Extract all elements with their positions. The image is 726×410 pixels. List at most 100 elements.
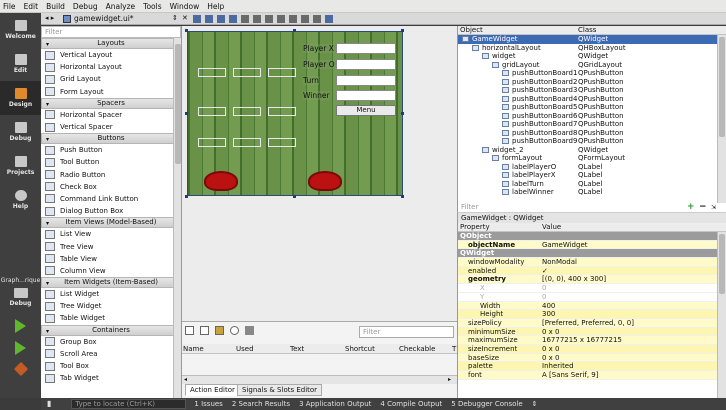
object-tree-row[interactable]: widget QWidget (458, 52, 726, 61)
property-row[interactable]: font A [Sans Serif, 9] (458, 371, 726, 380)
menu-tools[interactable]: Tools (143, 2, 161, 11)
col-property[interactable]: Property (460, 223, 490, 231)
board-button-3[interactable] (268, 68, 296, 77)
menu-analyze[interactable]: Analyze (106, 2, 136, 11)
property-value[interactable]: 0 (542, 284, 546, 293)
board-button-9[interactable] (268, 138, 296, 147)
property-group-header[interactable]: QObject (458, 232, 726, 241)
menu-build[interactable]: Build (46, 2, 65, 11)
property-value[interactable]: [(0, 0), 400 x 300] (542, 275, 606, 284)
property-value[interactable]: 0 x 0 (542, 345, 560, 354)
col-shortcut[interactable]: Shortcut (345, 344, 375, 354)
debug-run-button[interactable] (0, 337, 41, 359)
object-tree-row[interactable]: labelPlayerO QLabel (458, 163, 726, 172)
nav-arrows-icon[interactable]: ◂ ▸ (45, 14, 54, 22)
col-tooltip[interactable]: T (452, 344, 456, 354)
close-file-icon[interactable]: ✕ (182, 14, 188, 22)
selection-handle[interactable] (401, 195, 404, 198)
property-row[interactable]: X0 (458, 284, 726, 293)
category-header-button[interactable]: ▾ Buttons (41, 133, 181, 145)
property-value[interactable]: [Preferred, Preferred, 0, 0] (542, 319, 634, 328)
output-issues[interactable]: 1 Issues (194, 398, 222, 410)
property-group-header[interactable]: QWidget (458, 249, 726, 259)
property-row[interactable]: Height 300 (458, 310, 726, 319)
remove-property-icon[interactable]: − (699, 203, 707, 212)
property-value[interactable]: 0 x 0 (542, 354, 560, 363)
layout-grid-icon[interactable] (301, 15, 309, 23)
board-button-6[interactable] (268, 107, 296, 116)
property-scrollbar[interactable] (717, 232, 726, 398)
widget-box-scrollbar[interactable] (173, 38, 181, 398)
category-header-view[interactable]: ▾ Item Views (Model-Based) (41, 217, 181, 229)
col-object[interactable]: Object (460, 26, 483, 34)
object-tree-row[interactable]: widget_2 QWidget (458, 146, 726, 155)
mode-edit[interactable]: Edit (0, 47, 41, 81)
property-row[interactable]: minimumSize 0 x 0 (458, 327, 726, 337)
object-tree-row[interactable]: pushButtonBoard8 QPushButton (458, 129, 726, 138)
output-compile[interactable]: 4 Compile Output (380, 398, 442, 410)
widget-item[interactable]: List Widget (41, 288, 181, 300)
object-tree-row[interactable]: pushButtonBoard9 QPushButton (458, 137, 726, 146)
property-value[interactable]: 400 (542, 302, 555, 311)
object-tree-row[interactable]: pushButtonBoard4 QPushButton (458, 95, 726, 104)
edit-buddies-icon[interactable] (217, 15, 225, 23)
property-value[interactable]: 0 (542, 293, 546, 302)
menu-debug[interactable]: Debug (73, 2, 98, 11)
action-hscrollbar[interactable]: ◂ ▸ (182, 375, 457, 384)
category-header-layout[interactable]: ▾ Layouts (41, 38, 181, 49)
mode-debug[interactable]: Debug (0, 115, 41, 149)
open-file-name[interactable]: gamewidget.ui* (74, 14, 134, 23)
menu-button[interactable]: Menu (336, 105, 396, 116)
mode-help[interactable]: Help (0, 183, 41, 217)
property-value[interactable]: 16777215 x 16777215 (542, 336, 622, 345)
output-more-icon[interactable]: ⇕ (532, 398, 538, 410)
selection-handle[interactable] (185, 29, 188, 32)
object-tree-row[interactable]: pushButtonBoard7 QPushButton (458, 120, 726, 129)
widget-item[interactable]: Horizontal Layout (41, 61, 181, 73)
board-button-2[interactable] (233, 68, 261, 77)
run-button[interactable] (0, 315, 41, 337)
widget-item[interactable]: List View (41, 228, 181, 240)
object-tree-row[interactable]: pushButtonBoard1 QPushButton (458, 69, 726, 78)
widget-item[interactable]: Vertical Spacer (41, 121, 181, 133)
layout-form-icon[interactable] (289, 15, 297, 23)
mode-welcome[interactable]: Welcome (0, 13, 41, 47)
property-row[interactable]: palette Inherited (458, 362, 726, 371)
board-button-4[interactable] (198, 107, 226, 116)
col-used[interactable]: Used (236, 344, 254, 354)
kit-selector[interactable]: Graph...rique Debug (0, 269, 41, 315)
selection-handle[interactable] (401, 112, 404, 115)
property-row[interactable]: maximumSize 16777215 x 16777215 (458, 336, 726, 345)
object-tree-row[interactable]: GameWidget QWidget (458, 35, 726, 44)
delete-action-icon[interactable] (230, 326, 239, 335)
widget-filter-input[interactable]: Filter (41, 26, 181, 38)
col-value[interactable]: Value (542, 223, 561, 231)
edit-signals-icon[interactable] (205, 15, 213, 23)
output-search-results[interactable]: 2 Search Results (232, 398, 290, 410)
scrollbar-thumb[interactable] (719, 234, 725, 294)
widget-item[interactable]: Column View (41, 265, 181, 277)
tab-action-editor[interactable]: Action Editor (185, 384, 240, 396)
object-tree-row[interactable]: pushButtonBoard2 QPushButton (458, 78, 726, 87)
mode-design[interactable]: Design (0, 81, 41, 115)
object-inspector-scrollbar[interactable] (717, 35, 726, 203)
widget-item[interactable]: Push Button (41, 144, 181, 156)
menu-edit[interactable]: Edit (24, 2, 39, 11)
layout-splitter-h-icon[interactable] (265, 15, 273, 23)
menu-file[interactable]: File (3, 2, 16, 11)
tab-signals-slots[interactable]: Signals & Slots Editor (237, 384, 323, 396)
locator-input[interactable]: Type to locate (Ctrl+K) (71, 399, 187, 409)
widget-item[interactable]: Check Box (41, 181, 181, 193)
property-value[interactable]: GameWidget (542, 241, 588, 250)
board-button-1[interactable] (198, 68, 226, 77)
widget-item[interactable]: Form Layout (41, 86, 181, 98)
edit-tab-order-icon[interactable] (229, 15, 237, 23)
edit-widgets-icon[interactable] (193, 15, 201, 23)
col-checkable[interactable]: Checkable (399, 344, 435, 354)
widget-item[interactable]: Command Link Button (41, 193, 181, 205)
break-layout-icon[interactable] (313, 15, 321, 23)
object-tree-row[interactable]: labelTurn QLabel (458, 180, 726, 189)
property-row[interactable]: Width 400 (458, 301, 726, 311)
object-tree-row[interactable]: labelWinner QLabel (458, 188, 726, 197)
object-tree-row[interactable]: formLayout QFormLayout (458, 154, 726, 163)
